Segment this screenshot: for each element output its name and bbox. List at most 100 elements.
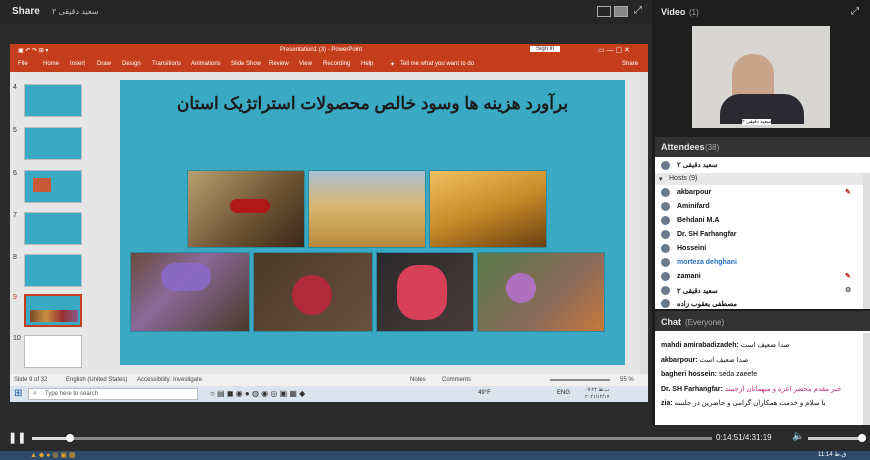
slide-thumbnail[interactable]	[24, 170, 82, 203]
slide-thumbnail[interactable]	[24, 254, 82, 287]
tab-help[interactable]: Help	[361, 61, 373, 67]
tell-me-input[interactable]: Tell me what you want to do	[400, 61, 474, 67]
comments-button[interactable]: Comments	[442, 377, 471, 383]
volume-slider[interactable]	[808, 434, 866, 442]
tab-slide-show[interactable]: Slide Show	[231, 61, 261, 67]
chat-title: Chat	[661, 317, 681, 327]
pomegranate-photo	[253, 252, 373, 332]
accessibility-status[interactable]: Accessibility: Investigate	[137, 377, 202, 383]
tab-home[interactable]: Home	[43, 61, 59, 67]
attendees-scrollbar[interactable]	[863, 173, 870, 309]
taskbar-app-icons[interactable]: ▲ ◆ ● ◍ ▣ ▦	[30, 451, 76, 459]
user-icon	[661, 258, 670, 267]
user-icon	[661, 299, 670, 308]
attendee-row[interactable]: Aminifard	[659, 200, 855, 214]
slide-thumbnail-selected[interactable]	[24, 294, 82, 327]
attendee-row[interactable]: Dr. SH Farhangfar	[659, 228, 855, 242]
chat-sender: zia:	[661, 400, 673, 407]
tab-draw[interactable]: Draw	[97, 61, 111, 67]
saffron-flowers-photo	[130, 252, 250, 332]
ppt-titlebar: ▣ ↶ ↷ ⊞ ▾ Presentation1 (3) - PowerPoint…	[10, 44, 648, 58]
input-language[interactable]: ENG	[557, 390, 570, 396]
wheat-ears-photo	[429, 170, 547, 248]
video-title: Video	[661, 7, 686, 17]
layout-icon[interactable]	[597, 6, 611, 17]
attendees-panel: Attendees (38) سعید دقیقی ۲ ▾ Hosts (9) …	[655, 137, 870, 309]
chat-sender: akbarpour:	[661, 357, 698, 364]
pause-icon[interactable]: ❚❚	[8, 431, 26, 444]
share-panel: Share سعید دقیقی ۲ ⤢ ▣ ↶ ↷ ⊞ ▾ Presentat…	[0, 0, 652, 425]
slide-canvas[interactable]: برآورد هزینه ها وسود خالص محصولات استرات…	[120, 80, 625, 365]
chat-sender: Dr. SH Farhangfar:	[661, 386, 723, 393]
window-controls-icon[interactable]: ▭ — ▢ ✕	[598, 46, 630, 54]
collapse-icon: ▾	[659, 176, 663, 183]
tab-animations[interactable]: Animations	[191, 61, 221, 67]
ppt-status-bar: Slide 9 of 32 English (United States) Ac…	[10, 374, 648, 386]
windows-start-icon[interactable]: ⊞	[14, 388, 22, 399]
slide-number: 4	[13, 84, 17, 91]
volume-icon[interactable]: 🔈	[792, 431, 804, 442]
attendee-row[interactable]: morteza dehghani	[659, 256, 855, 270]
tab-view[interactable]: View	[299, 61, 312, 67]
notes-button[interactable]: Notes	[410, 377, 426, 383]
chat-sender: bagheri hossein:	[661, 371, 718, 378]
chat-text: صدا ضعیف است	[740, 342, 790, 349]
chat-header: Chat (Everyone)	[655, 311, 870, 331]
taskbar-search[interactable]: ⌕ Type here to search	[28, 388, 198, 400]
self-attendee[interactable]: سعید دقیقی ۲	[659, 159, 855, 171]
user-icon	[661, 216, 670, 225]
chat-message: akbarpour: صدا ضعیف است	[661, 356, 748, 364]
slide-number: 8	[13, 254, 17, 261]
slide-number: 9	[13, 294, 17, 301]
tab-design[interactable]: Design	[122, 61, 141, 67]
slide-number: 5	[13, 127, 17, 134]
user-icon	[661, 272, 670, 281]
sign-in-button[interactable]: Sign in	[530, 46, 561, 52]
vertical-scrollbar[interactable]	[640, 72, 648, 374]
slide-title: برآورد هزینه ها وسود خالص محصولات استرات…	[176, 94, 569, 113]
share-button[interactable]: Share	[622, 61, 638, 67]
attendee-row[interactable]: zamani ✎	[659, 270, 855, 284]
playback-bar: ❚❚ 0:14:51/4:31:19 🔈	[0, 425, 870, 451]
attendee-row[interactable]: Behdani M.A	[659, 214, 855, 228]
language-status[interactable]: English (United States)	[66, 377, 127, 383]
share-title: Share	[12, 6, 40, 17]
taskbar-app-icons[interactable]: ○ ▤ ◼ ◉ ● ◍ ◉ ◎ ▣ ▦ ◆	[210, 389, 305, 398]
seek-handle[interactable]	[66, 434, 74, 442]
fit-icon[interactable]	[614, 6, 628, 17]
tab-transitions[interactable]: Transitions	[152, 61, 181, 67]
ppt-ribbon-tabs: File Home Insert Draw Design Transitions…	[10, 58, 648, 72]
zoom-slider[interactable]	[550, 379, 610, 381]
host-taskbar: ▲ ◆ ● ◍ ▣ ▦ 11:14 ق.ظ	[0, 451, 870, 460]
saffron-harvest-photo	[477, 252, 605, 332]
slide-thumbnail[interactable]	[24, 212, 82, 245]
slide-thumbnail[interactable]	[24, 84, 82, 117]
fullscreen-icon[interactable]: ⤢	[851, 6, 859, 17]
slide-thumbnail[interactable]	[24, 127, 82, 160]
seek-track[interactable]	[32, 434, 712, 442]
slide-counter: Slide 9 of 32	[14, 377, 48, 383]
zoom-level[interactable]: 55 %	[620, 377, 634, 383]
chat-text: seda zaeefe	[718, 371, 758, 378]
coffee-cherries-photo	[187, 170, 305, 248]
attendee-row[interactable]: مصطفی یعقوب زاده	[659, 297, 855, 309]
mic-muted-icon: ✎	[845, 189, 851, 196]
quick-access-icons[interactable]: ▣ ↶ ↷ ⊞ ▾	[18, 47, 48, 54]
fullscreen-icon[interactable]: ⤢	[634, 5, 642, 16]
slide-thumbnail[interactable]	[24, 335, 82, 368]
chat-sender: mahdi amirabadizadeh:	[661, 342, 739, 349]
hosts-group[interactable]: ▾ Hosts (9)	[655, 173, 863, 185]
attendee-row[interactable]: سعید دقیقی ۲ ⚙	[659, 284, 855, 298]
attendees-header: Attendees (38)	[655, 137, 870, 157]
webcam-feed: سعید دقیقی ۲	[692, 26, 830, 128]
tab-recording[interactable]: Recording	[323, 61, 350, 67]
tab-insert[interactable]: Insert	[70, 61, 85, 67]
tab-file[interactable]: File	[18, 61, 28, 67]
attendee-row[interactable]: akbarpour ✎	[659, 186, 855, 200]
taskbar-time: ۰۷:۲۲ ب.ظ	[585, 387, 610, 393]
attendee-row[interactable]: Hosseini	[659, 242, 855, 256]
tab-review[interactable]: Review	[269, 61, 289, 67]
chat-text: با سلام و خدمت همکاران گرامی و حاضرین در…	[674, 400, 826, 407]
chat-scrollbar[interactable]	[863, 333, 870, 425]
slide-number: 10	[13, 335, 21, 342]
